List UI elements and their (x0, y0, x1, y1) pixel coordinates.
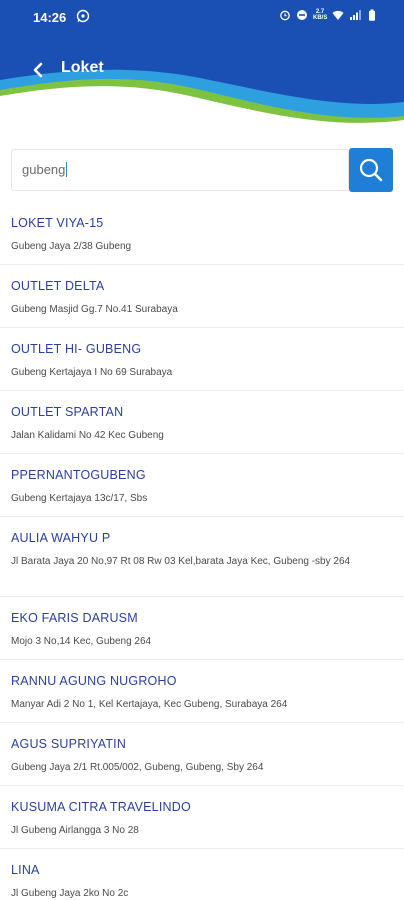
list-item[interactable]: LOKET VIYA-15 Gubeng Jaya 2/38 Gubeng (0, 202, 404, 265)
item-address: Gubeng Jaya 2/38 Gubeng (11, 241, 132, 252)
item-name: PPERNANTOGUBENG (11, 468, 146, 482)
list-item[interactable]: RANNU AGUNG NUGROHO Manyar Adi 2 No 1, K… (0, 660, 404, 723)
battery-icon (369, 9, 375, 21)
list-item[interactable]: EKO FARIS DARUSM Mojo 3 No,14 Kec, Guben… (0, 597, 404, 660)
item-name: OUTLET HI- GUBENG (11, 342, 142, 356)
status-time: 14:26 (33, 10, 67, 25)
item-address: Gubeng Masjid Gg.7 No.41 Surabaya (11, 304, 178, 315)
search-input-value: gubeng (22, 162, 68, 177)
app-bar: Loket (0, 54, 404, 86)
chevron-left-icon (33, 62, 43, 78)
item-name: AULIA WAHYU P (11, 531, 111, 545)
signal-icon (350, 10, 361, 20)
search-text: gubeng (22, 162, 66, 177)
whatsapp-icon (76, 9, 90, 23)
item-address: Jalan Kalidami No 42 Kec Gubeng (11, 430, 164, 441)
item-name: EKO FARIS DARUSM (11, 611, 138, 625)
list-item[interactable]: KUSUMA CITRA TRAVELINDO Jl Gubeng Airlan… (0, 786, 404, 849)
page-title: Loket (61, 59, 104, 76)
item-name: KUSUMA CITRA TRAVELINDO (11, 800, 191, 814)
item-address: Mojo 3 No,14 Kec, Gubeng 264 (11, 636, 152, 647)
result-list: LOKET VIYA-15 Gubeng Jaya 2/38 Gubeng OU… (0, 202, 404, 900)
list-item[interactable]: LINA Jl Gubeng Jaya 2ko No 2c (0, 849, 404, 900)
text-caret (66, 162, 68, 177)
do-not-disturb-icon (297, 10, 307, 20)
item-name: OUTLET SPARTAN (11, 405, 124, 419)
item-address: Gubeng Kertajaya 13c/17, Sbs (11, 493, 148, 504)
item-name: LOKET VIYA-15 (11, 216, 104, 230)
search-row: gubeng (11, 148, 393, 192)
list-item[interactable]: OUTLET DELTA Gubeng Masjid Gg.7 No.41 Su… (0, 265, 404, 328)
item-name: LINA (11, 863, 40, 877)
network-speed: 2.7 KB/S (313, 9, 328, 21)
search-input[interactable]: gubeng (11, 149, 349, 191)
item-name: RANNU AGUNG NUGROHO (11, 674, 177, 688)
list-item[interactable]: PPERNANTOGUBENG Gubeng Kertajaya 13c/17,… (0, 454, 404, 517)
list-item[interactable]: AULIA WAHYU P Jl Barata Jaya 20 No,97 Rt… (0, 517, 404, 597)
item-address: Gubeng Jaya 2/1 Rt.005/002, Gubeng, Gube… (11, 762, 264, 773)
back-button[interactable] (26, 58, 50, 82)
list-item[interactable]: OUTLET SPARTAN Jalan Kalidami No 42 Kec … (0, 391, 404, 454)
item-name: OUTLET DELTA (11, 279, 105, 293)
search-icon (359, 158, 383, 182)
item-address: Manyar Adi 2 No 1, Kel Kertajaya, Kec Gu… (11, 699, 288, 710)
list-item[interactable]: AGUS SUPRIYATIN Gubeng Jaya 2/1 Rt.005/0… (0, 723, 404, 786)
item-name: AGUS SUPRIYATIN (11, 737, 127, 751)
alarm-icon (280, 10, 290, 21)
status-bar: 14:26 2.7 KB/S (0, 0, 404, 34)
search-button[interactable] (349, 148, 393, 192)
item-address: Jl Barata Jaya 20 No,97 Rt 08 Rw 03 Kel,… (11, 556, 351, 567)
item-address: Jl Gubeng Jaya 2ko No 2c (11, 888, 129, 899)
item-address: Jl Gubeng Airlangga 3 No 28 (11, 825, 139, 836)
list-item[interactable]: OUTLET HI- GUBENG Gubeng Kertajaya I No … (0, 328, 404, 391)
wifi-icon (332, 10, 344, 20)
item-address: Gubeng Kertajaya I No 69 Surabaya (11, 367, 173, 378)
